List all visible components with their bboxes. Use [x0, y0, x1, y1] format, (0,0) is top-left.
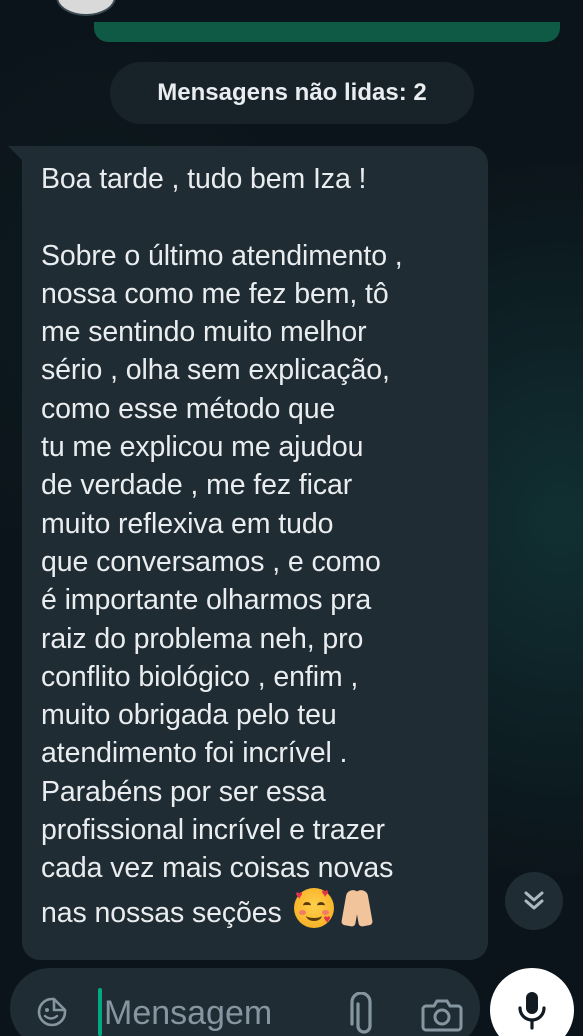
voice-message-button[interactable] — [490, 968, 574, 1036]
previous-outgoing-bubble — [94, 22, 560, 42]
chevron-double-down-icon — [524, 891, 544, 910]
unread-messages-pill: Mensagens não lidas: 2 — [110, 62, 474, 124]
paperclip-icon[interactable] — [340, 992, 380, 1036]
incoming-message-bubble[interactable]: Boa tarde , tudo bem Iza ! Sobre o últim… — [22, 146, 488, 960]
text-cursor — [98, 988, 102, 1036]
camera-icon[interactable] — [420, 994, 464, 1034]
message-input[interactable] — [104, 990, 324, 1036]
scroll-down-button[interactable] — [505, 872, 563, 930]
smiley-sticker-icon[interactable] — [36, 996, 68, 1028]
microphone-icon — [518, 992, 546, 1030]
message-emojis: ♥ ♥ ♥ — [293, 887, 376, 928]
chat-screen: Mensagens não lidas: 2 Boa tarde , tudo … — [0, 0, 583, 1036]
message-composer — [10, 968, 480, 1036]
folded-hands-icon — [340, 888, 376, 928]
unread-messages-label: Mensagens não lidas: 2 — [157, 79, 427, 106]
contact-avatar[interactable] — [56, 0, 116, 16]
message-text: Boa tarde , tudo bem Iza ! Sobre o últim… — [41, 163, 403, 929]
message-body: Boa tarde , tudo bem Iza ! Sobre o últim… — [41, 160, 481, 932]
smiling-face-with-hearts-icon: ♥ ♥ ♥ — [293, 887, 334, 928]
